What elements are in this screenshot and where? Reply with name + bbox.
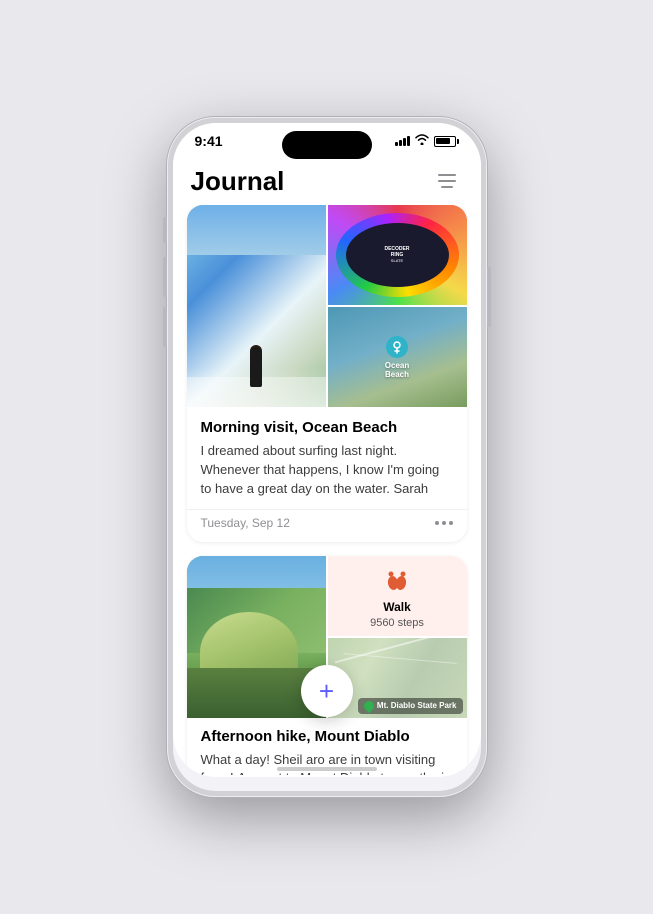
plus-icon: +: [319, 678, 334, 704]
journal-card-ocean-beach[interactable]: DECODERRINGSLATE: [187, 205, 467, 542]
map-pin-icon: [362, 698, 376, 712]
map-location-text: Mt. Diablo State Park: [377, 701, 457, 710]
dot-2: [442, 521, 446, 525]
dot-1: [435, 521, 439, 525]
bar-2: [399, 140, 402, 146]
home-indicator[interactable]: [277, 767, 377, 771]
dynamic-island: [282, 131, 372, 159]
phone-frame: 9:41: [167, 117, 487, 797]
menu-button[interactable]: [431, 165, 463, 197]
power-button[interactable]: [487, 267, 491, 327]
ocean-beach-text: OceanBeach: [385, 361, 409, 379]
status-time: 9:41: [195, 133, 223, 149]
menu-line-1: [438, 174, 456, 176]
footprint-icon: [383, 563, 411, 597]
card-text-ocean-beach: Morning visit, Ocean Beach I dreamed abo…: [187, 419, 467, 509]
menu-line-2: [438, 180, 456, 182]
screen-content: Journal: [173, 153, 481, 777]
entry-title-ocean-beach: Morning visit, Ocean Beach: [201, 419, 453, 436]
app-header: Journal: [173, 153, 481, 205]
more-options-button[interactable]: [435, 521, 453, 525]
dot-3: [449, 521, 453, 525]
walk-tile: Walk 9560 steps: [328, 556, 467, 636]
walk-steps: 9560 steps: [370, 617, 424, 629]
bar-4: [407, 136, 410, 146]
card-footer-ocean-beach: Tuesday, Sep 12: [187, 509, 467, 542]
phone-screen: 9:41: [173, 123, 481, 791]
bar-3: [403, 138, 406, 146]
status-icons: [395, 134, 459, 148]
app-title: Journal: [191, 166, 285, 197]
battery-icon: [434, 136, 459, 147]
walk-label: Walk: [383, 600, 411, 614]
photo-grid-ocean-beach: DECODERRINGSLATE: [187, 205, 467, 409]
entry-body-mount-diablo: What a day! Sheil aro are in town visiti…: [201, 751, 453, 775]
photo-decoder-ring: DECODERRINGSLATE: [328, 205, 467, 305]
wifi-icon: [415, 134, 429, 148]
bar-1: [395, 142, 398, 146]
entry-date-ocean-beach: Tuesday, Sep 12: [201, 516, 290, 530]
mute-button[interactable]: [163, 217, 167, 243]
entry-title-mount-diablo: Afternoon hike, Mount Diablo: [201, 728, 453, 745]
photo-surfer: [187, 205, 326, 407]
map-location-label: Mt. Diablo State Park: [358, 698, 463, 714]
menu-line-3: [441, 186, 453, 188]
volume-down-button[interactable]: [163, 307, 167, 347]
signal-bars: [395, 136, 410, 146]
volume-up-button[interactable]: [163, 257, 167, 297]
photo-ocean-beach: OceanBeach: [328, 307, 467, 407]
entry-body-ocean-beach: I dreamed about surfing last night. When…: [201, 442, 453, 499]
new-entry-button[interactable]: +: [301, 665, 353, 717]
